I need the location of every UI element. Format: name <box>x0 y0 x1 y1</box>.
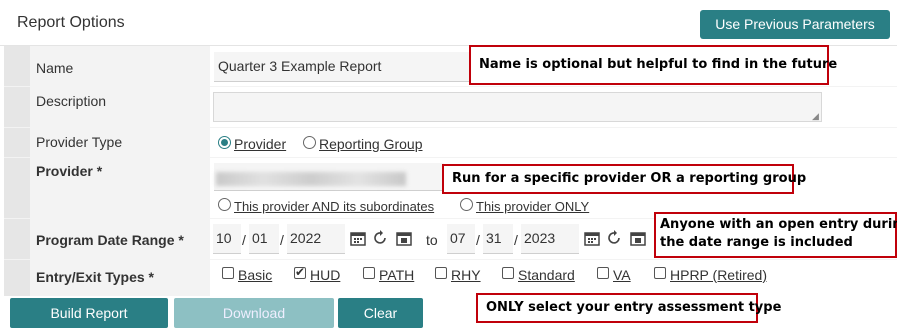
reporting-group-radio[interactable] <box>303 136 316 149</box>
va-checkbox[interactable] <box>597 267 609 279</box>
provider-label: Provider * <box>36 163 103 179</box>
start-reset-icon[interactable] <box>373 230 389 246</box>
va-checkbox-label[interactable]: VA <box>613 267 631 283</box>
standard-checkbox-label[interactable]: Standard <box>518 267 575 283</box>
provider-radio-label[interactable]: Provider <box>234 136 286 152</box>
provider-only-radio[interactable] <box>460 198 473 211</box>
reporting-group-radio-label[interactable]: Reporting Group <box>319 136 423 152</box>
date-range-callout: Anyone with an open entry during the dat… <box>654 212 897 258</box>
end-month-input[interactable]: 07 <box>447 224 475 254</box>
end-calendar-icon[interactable] <box>584 230 600 246</box>
provider-only-label[interactable]: This provider ONLY <box>476 199 589 214</box>
date-callout-line2: the date range is included <box>660 235 853 250</box>
provider-radio[interactable] <box>218 136 231 149</box>
download-button[interactable]: Download <box>174 298 334 328</box>
build-report-button[interactable]: Build Report <box>10 298 168 328</box>
end-year-input[interactable]: 2023 <box>521 224 579 254</box>
hprp-checkbox-label[interactable]: HPRP (Retired) <box>670 267 767 283</box>
entry-type-callout: ONLY select your entry assessment type <box>476 293 781 323</box>
description-textarea[interactable] <box>213 92 822 122</box>
start-calendar-icon[interactable] <box>350 230 366 246</box>
start-year-input[interactable]: 2022 <box>287 224 345 254</box>
end-day-input[interactable]: 31 <box>483 224 513 254</box>
start-day-input[interactable]: 01 <box>249 224 279 254</box>
entry-exit-label: Entry/Exit Types * <box>36 269 155 285</box>
clear-button[interactable]: Clear <box>338 298 423 328</box>
report-options-header: Report Options Use Previous Parameters <box>0 0 897 46</box>
rhy-checkbox-label[interactable]: RHY <box>451 267 481 283</box>
end-today-icon[interactable] <box>630 230 646 246</box>
date-callout-line1: Anyone with an open entry during <box>660 217 897 232</box>
path-checkbox[interactable] <box>363 267 375 279</box>
end-reset-icon[interactable] <box>607 230 623 246</box>
basic-checkbox-label[interactable]: Basic <box>238 267 272 283</box>
start-today-icon[interactable] <box>396 230 412 246</box>
basic-checkbox[interactable] <box>222 267 234 279</box>
description-label: Description <box>36 93 107 109</box>
page-title: Report Options <box>17 14 125 31</box>
provider-type-row <box>4 128 897 157</box>
provider-and-subordinates-label[interactable]: This provider AND its subordinates <box>234 199 434 214</box>
standard-checkbox[interactable] <box>502 267 514 279</box>
rhy-checkbox[interactable] <box>435 267 447 279</box>
path-checkbox-label[interactable]: PATH <box>379 267 414 283</box>
name-input[interactable]: Quarter 3 Example Report <box>214 52 474 82</box>
name-callout: Name is optional but helpful to find in … <box>469 45 837 85</box>
name-label: Name <box>36 60 74 76</box>
hud-checkbox-label[interactable]: HUD <box>310 267 340 283</box>
hud-checkbox[interactable] <box>294 265 306 279</box>
provider-and-subordinates-radio[interactable] <box>218 198 231 211</box>
resize-handle-icon[interactable]: ◢ <box>812 111 819 122</box>
date-range-label: Program Date Range * <box>36 232 184 248</box>
provider-type-label: Provider Type <box>36 134 123 150</box>
redacted-provider-name <box>216 172 406 186</box>
start-month-input[interactable]: 10 <box>213 224 241 254</box>
provider-callout: Run for a specific provider OR a reporti… <box>442 164 806 194</box>
to-label: to <box>426 232 438 248</box>
use-previous-parameters-button[interactable]: Use Previous Parameters <box>700 10 890 39</box>
hprp-checkbox[interactable] <box>654 267 666 279</box>
